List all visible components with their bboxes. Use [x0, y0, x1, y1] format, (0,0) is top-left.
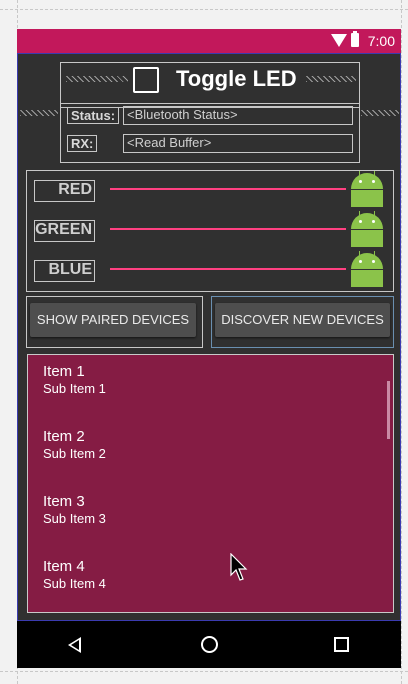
blue-slider[interactable] — [110, 268, 346, 270]
rx-label: RX: — [67, 135, 98, 152]
home-circle-icon[interactable] — [201, 636, 218, 653]
status-label: Status: — [67, 107, 120, 124]
list-item-title: Item 2 — [43, 428, 85, 445]
constraint-spring — [66, 76, 128, 82]
toggle-led-checkbox[interactable] — [133, 67, 159, 93]
battery-icon — [351, 31, 359, 47]
red-label: RED — [58, 181, 92, 198]
status-time: 7:00 — [367, 33, 395, 49]
list-scrollbar[interactable] — [387, 381, 390, 439]
list-item-subtitle: Sub Item 1 — [43, 381, 106, 396]
constraint-spring — [361, 110, 399, 116]
guide-line — [0, 671, 408, 672]
discover-new-devices-button[interactable]: DISCOVER NEW DEVICES — [215, 303, 390, 337]
red-slider[interactable] — [110, 188, 346, 190]
list-item[interactable]: Item 2 Sub Item 2 — [43, 428, 106, 462]
list-item-subtitle: Sub Item 2 — [43, 446, 106, 461]
device-list[interactable]: Item 1 Sub Item 1 Item 2 Sub Item 2 Item… — [27, 354, 394, 613]
list-item-subtitle: Sub Item 3 — [43, 511, 106, 526]
status-bar: 7:00 — [17, 29, 401, 53]
android-icon — [349, 171, 385, 207]
device-frame: 7:00 Toggle LED Status: <Bluetooth Statu… — [17, 29, 401, 668]
blue-label: BLUE — [48, 261, 92, 278]
constraint-spring — [20, 110, 58, 116]
bluetooth-status-text: <Bluetooth Status> — [123, 106, 353, 125]
list-item[interactable]: Item 4 Sub Item 4 — [43, 558, 106, 592]
toggle-led-label: Toggle LED — [176, 66, 297, 91]
guide-line — [401, 0, 402, 684]
navigation-bar — [17, 621, 401, 668]
android-icon — [349, 211, 385, 247]
green-label: GREEN — [35, 221, 92, 238]
back-triangle-inner — [71, 640, 79, 650]
android-icon — [349, 251, 385, 287]
list-item-subtitle: Sub Item 4 — [43, 576, 106, 591]
green-slider[interactable] — [110, 228, 346, 230]
list-item[interactable]: Item 3 Sub Item 3 — [43, 493, 106, 527]
wifi-icon — [331, 34, 347, 47]
list-item[interactable]: Item 1 Sub Item 1 — [43, 363, 106, 397]
recents-square-icon[interactable] — [334, 637, 349, 652]
read-buffer-text: <Read Buffer> — [123, 134, 353, 153]
list-item-title: Item 1 — [43, 363, 85, 380]
list-item-title: Item 3 — [43, 493, 85, 510]
mouse-cursor-icon — [230, 553, 248, 581]
guide-line — [0, 9, 408, 10]
constraint-spring — [306, 76, 356, 82]
show-paired-devices-button[interactable]: SHOW PAIRED DEVICES — [30, 303, 196, 337]
list-item-title: Item 4 — [43, 558, 85, 575]
layout-content: Toggle LED Status: <Bluetooth Status> RX… — [17, 53, 401, 621]
